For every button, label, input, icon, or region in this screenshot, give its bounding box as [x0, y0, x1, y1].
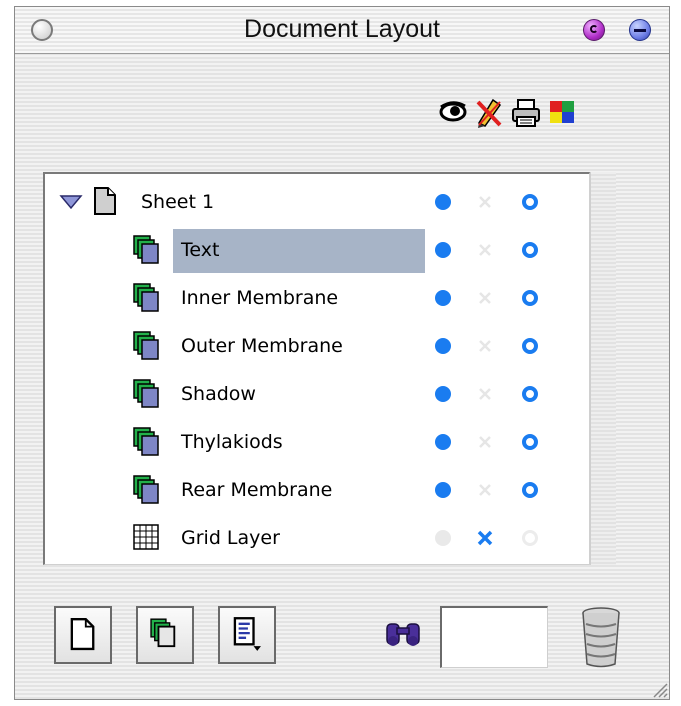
lock-toggle[interactable]: [475, 336, 495, 356]
visibility-toggle[interactable]: [433, 528, 453, 548]
disclosure-triangle-icon[interactable]: [59, 194, 83, 210]
lock-toggle[interactable]: [475, 528, 495, 548]
visibility-toggle[interactable]: [433, 336, 453, 356]
print-toggle[interactable]: [520, 192, 540, 212]
visibility-toggle[interactable]: [433, 432, 453, 452]
lock-toggle[interactable]: [475, 288, 495, 308]
layer-row[interactable]: Text: [45, 228, 589, 276]
layer-row[interactable]: Shadow: [45, 372, 589, 420]
sheet-icon: [94, 187, 116, 215]
layer-row[interactable]: Thylakiods: [45, 420, 589, 468]
binoculars-icon[interactable]: [382, 618, 424, 650]
layer-icon: [133, 379, 159, 408]
new-layer-icon: [150, 618, 176, 648]
print-toggle[interactable]: [520, 336, 540, 356]
layer-icon: [133, 427, 159, 456]
visibility-toggle[interactable]: [433, 240, 453, 260]
visibility-toggle[interactable]: [433, 192, 453, 212]
find-input[interactable]: [440, 606, 548, 668]
title-bar[interactable]: Document Layout: [15, 7, 669, 54]
print-toggle[interactable]: [520, 432, 540, 452]
visibility-toggle[interactable]: [433, 384, 453, 404]
resize-handle[interactable]: [650, 680, 668, 698]
lock-toggle[interactable]: [475, 192, 495, 212]
pencil-crossed-icon: [476, 98, 502, 128]
eye-icon: [439, 101, 467, 122]
layer-icon: [133, 475, 159, 504]
visibility-toggle[interactable]: [433, 288, 453, 308]
print-toggle[interactable]: [520, 240, 540, 260]
vertical-scrollbar[interactable]: [590, 172, 616, 565]
grid-icon: [133, 524, 159, 550]
lock-toggle[interactable]: [475, 480, 495, 500]
layer-row[interactable]: Rear Membrane: [45, 468, 589, 516]
layer-name: Thylakiods: [181, 431, 283, 453]
layer-name: Outer Membrane: [181, 335, 343, 357]
layer-name: Shadow: [181, 383, 256, 405]
layer-row[interactable]: Inner Membrane: [45, 276, 589, 324]
new-layer-button[interactable]: [136, 606, 194, 664]
layer-name: Text: [181, 239, 220, 261]
new-sheet-icon: [70, 618, 95, 651]
layer-options-icon: [233, 617, 261, 651]
lock-toggle[interactable]: [475, 384, 495, 404]
print-toggle[interactable]: [520, 288, 540, 308]
sheet-row[interactable]: Sheet 1: [45, 180, 589, 228]
layer-row[interactable]: Outer Membrane: [45, 324, 589, 372]
layer-icon: [133, 331, 159, 360]
print-toggle[interactable]: [520, 528, 540, 548]
new-sheet-button[interactable]: [54, 606, 112, 664]
windowshade-button[interactable]: [583, 19, 605, 41]
collapse-button[interactable]: [629, 19, 651, 41]
lock-toggle[interactable]: [475, 432, 495, 452]
layers-list[interactable]: Sheet 1 Text Inner Membrane Outer Membra…: [43, 172, 590, 565]
grid-layer-row[interactable]: Grid Layer: [45, 516, 589, 564]
layer-name: Rear Membrane: [181, 479, 333, 501]
printer-icon: [512, 99, 540, 127]
visibility-toggle[interactable]: [433, 480, 453, 500]
grid-layer-name: Grid Layer: [181, 527, 280, 549]
sheet-name: Sheet 1: [141, 191, 215, 213]
color-swatch-icon: [550, 101, 574, 123]
print-toggle[interactable]: [520, 480, 540, 500]
layer-icon: [133, 235, 159, 264]
layer-name: Inner Membrane: [181, 287, 339, 309]
lock-toggle[interactable]: [475, 240, 495, 260]
print-toggle[interactable]: [520, 384, 540, 404]
layer-options-button[interactable]: [218, 606, 276, 664]
window-title: Document Layout: [244, 15, 440, 43]
layer-icon: [133, 283, 159, 312]
trash-icon[interactable]: [578, 604, 624, 670]
